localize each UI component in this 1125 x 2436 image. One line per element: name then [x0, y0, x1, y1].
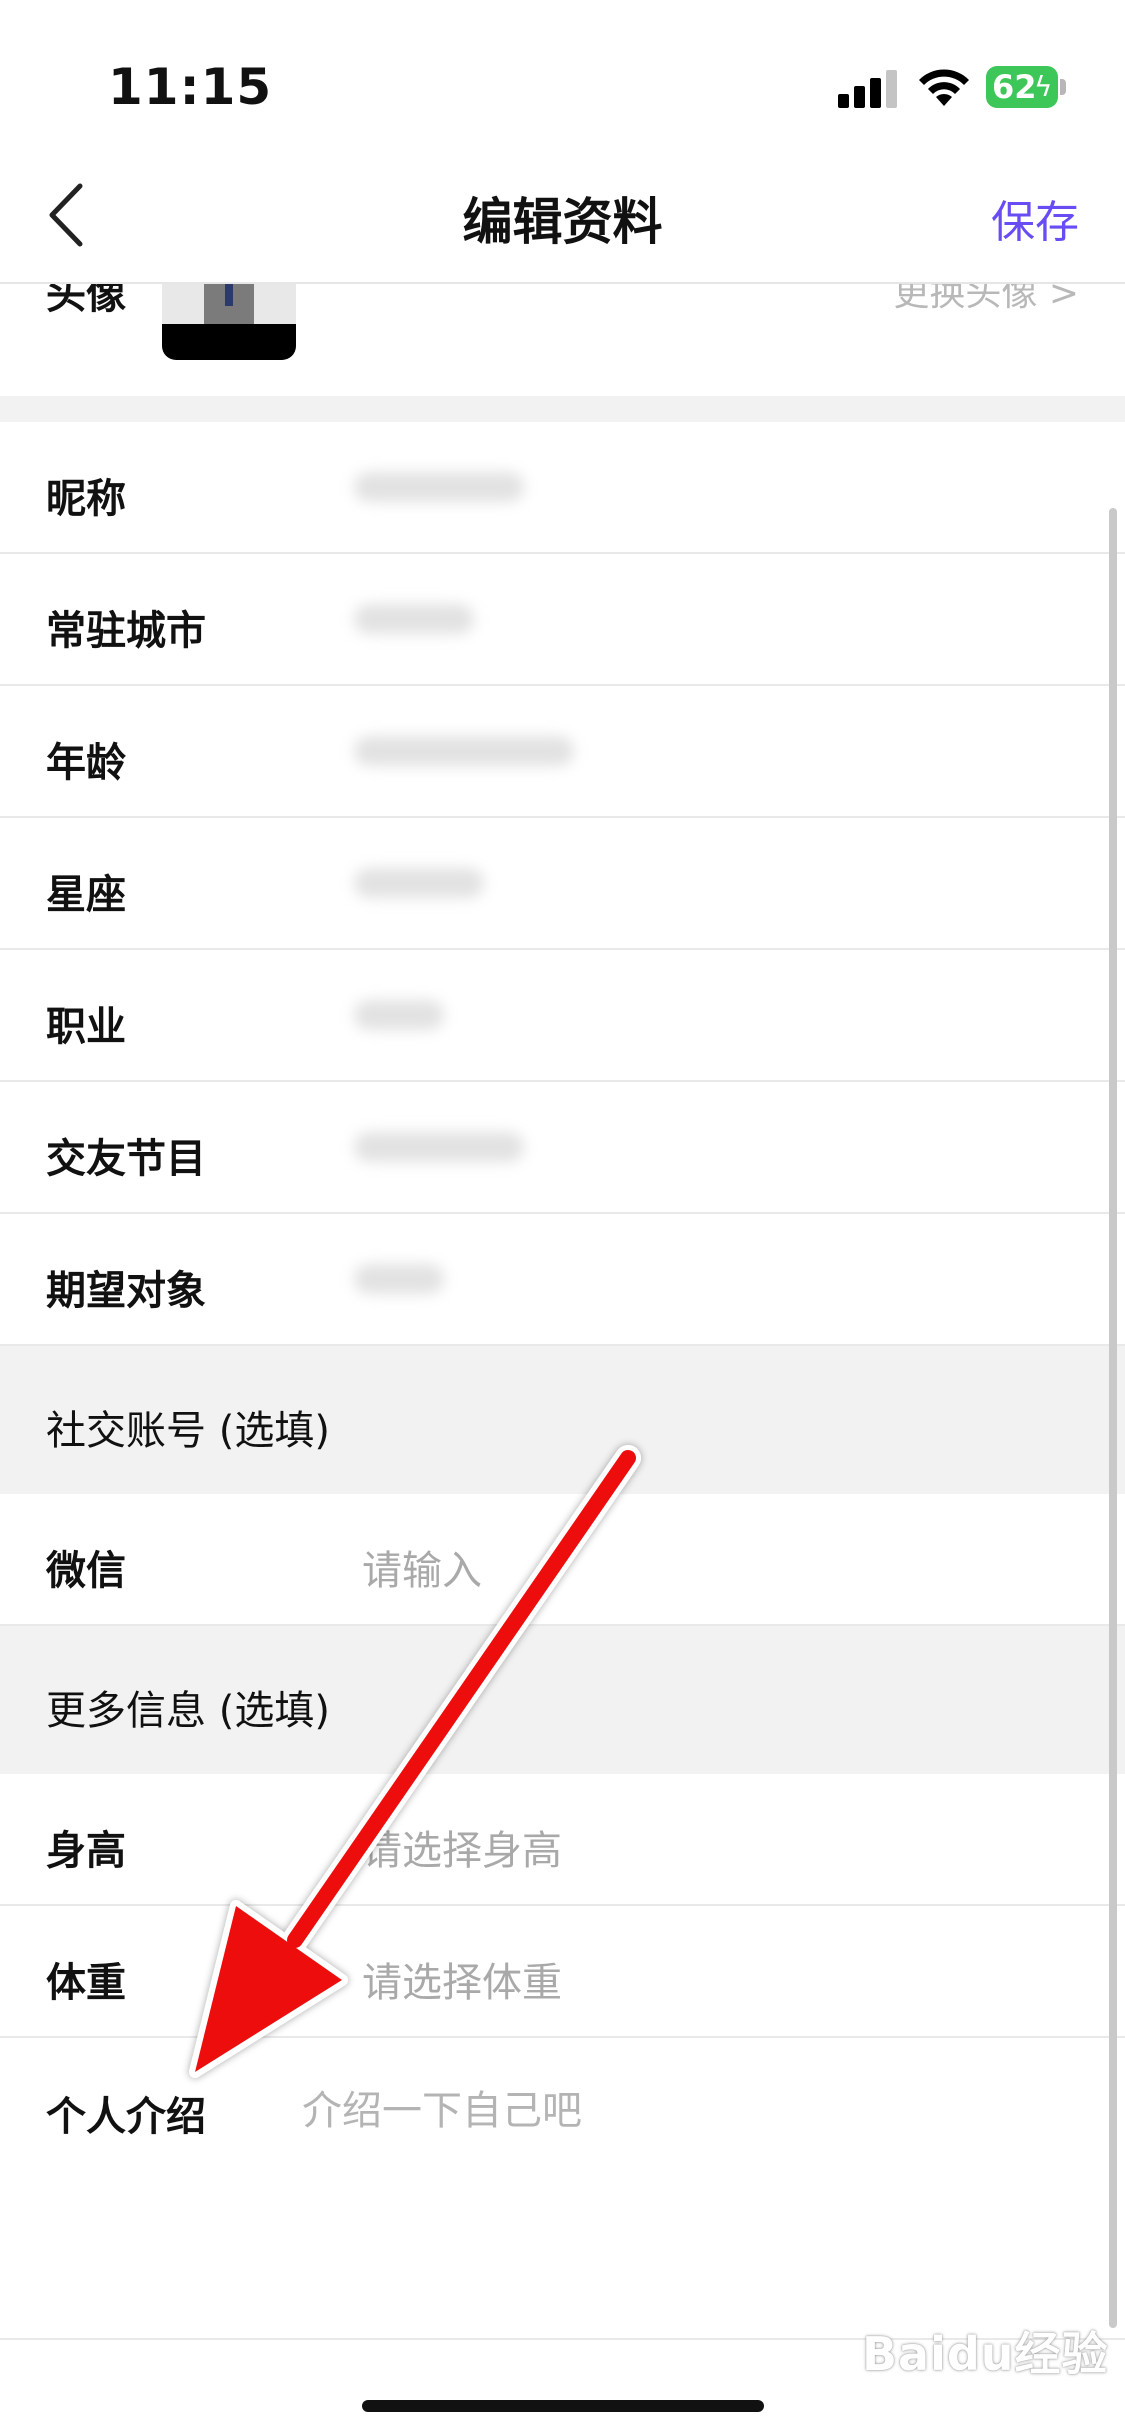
cellular-signal-icon: [838, 68, 898, 108]
status-bar: 11:15 62 ϟ: [0, 0, 1125, 150]
blurred-value: [302, 950, 652, 1080]
section-title: 社交账号 (选填): [46, 1408, 330, 1454]
height-picker[interactable]: 请选择身高: [362, 1818, 562, 1876]
social-section-header: 社交账号 (选填): [0, 1346, 1125, 1494]
wechat-input[interactable]: 请输入: [362, 1538, 482, 1596]
save-button[interactable]: 保存: [991, 186, 1079, 250]
profile-form: 昵称 常驻城市 年龄 星座 职业 交友节目 期望对象 社交账号 (选填) 微信 …: [0, 422, 1125, 2340]
field-row-height[interactable]: 身高 请选择身高: [0, 1774, 1125, 1906]
field-label: 微信: [46, 1548, 126, 1594]
page-title: 编辑资料: [462, 193, 663, 251]
weight-picker[interactable]: 请选择体重: [362, 1950, 562, 2008]
battery-level: 62: [992, 68, 1037, 106]
field-row-nickname[interactable]: 昵称: [0, 422, 1125, 554]
field-label: 常驻城市: [46, 608, 206, 654]
field-row-constellation[interactable]: 星座: [0, 818, 1125, 950]
section-title: 更多信息 (选填): [46, 1688, 330, 1734]
more-info-section-header: 更多信息 (选填): [0, 1626, 1125, 1774]
field-row-age[interactable]: 年龄: [0, 686, 1125, 818]
field-label: 交友节目: [46, 1136, 206, 1182]
field-label: 期望对象: [46, 1268, 206, 1314]
blurred-value: [302, 686, 652, 816]
field-row-weight[interactable]: 体重 请选择体重: [0, 1906, 1125, 2038]
navigation-bar: 编辑资料 保存: [0, 150, 1125, 284]
status-time: 11:15: [108, 58, 273, 116]
blurred-value: [302, 1214, 652, 1344]
field-row-introduction[interactable]: 个人介绍 介绍一下自己吧: [0, 2038, 1125, 2340]
field-label: 职业: [46, 1004, 126, 1050]
home-indicator[interactable]: [362, 2400, 764, 2412]
field-label: 身高: [46, 1828, 126, 1874]
field-label: 昵称: [46, 476, 126, 522]
blurred-value: [302, 818, 652, 948]
section-divider: [0, 396, 1125, 422]
blurred-value: [302, 422, 652, 552]
field-label: 年龄: [46, 740, 126, 786]
blurred-value: [302, 554, 652, 684]
field-label: 星座: [46, 872, 126, 918]
battery-icon: 62 ϟ: [986, 66, 1066, 108]
introduction-textarea[interactable]: 介绍一下自己吧: [302, 2078, 582, 2136]
scrollbar[interactable]: [1109, 508, 1117, 2328]
field-row-dating-show[interactable]: 交友节目: [0, 1082, 1125, 1214]
blurred-value: [302, 1082, 652, 1212]
field-row-occupation[interactable]: 职业: [0, 950, 1125, 1082]
field-row-wechat[interactable]: 微信 请输入: [0, 1494, 1125, 1626]
wifi-icon: [919, 69, 969, 106]
charging-bolt-icon: ϟ: [1034, 70, 1053, 103]
field-row-expected-partner[interactable]: 期望对象: [0, 1214, 1125, 1346]
field-label: 体重: [46, 1960, 126, 2006]
baidu-watermark: Baidu经验: [862, 2327, 1109, 2381]
field-row-city[interactable]: 常驻城市: [0, 554, 1125, 686]
field-label: 个人介绍: [46, 2094, 206, 2140]
